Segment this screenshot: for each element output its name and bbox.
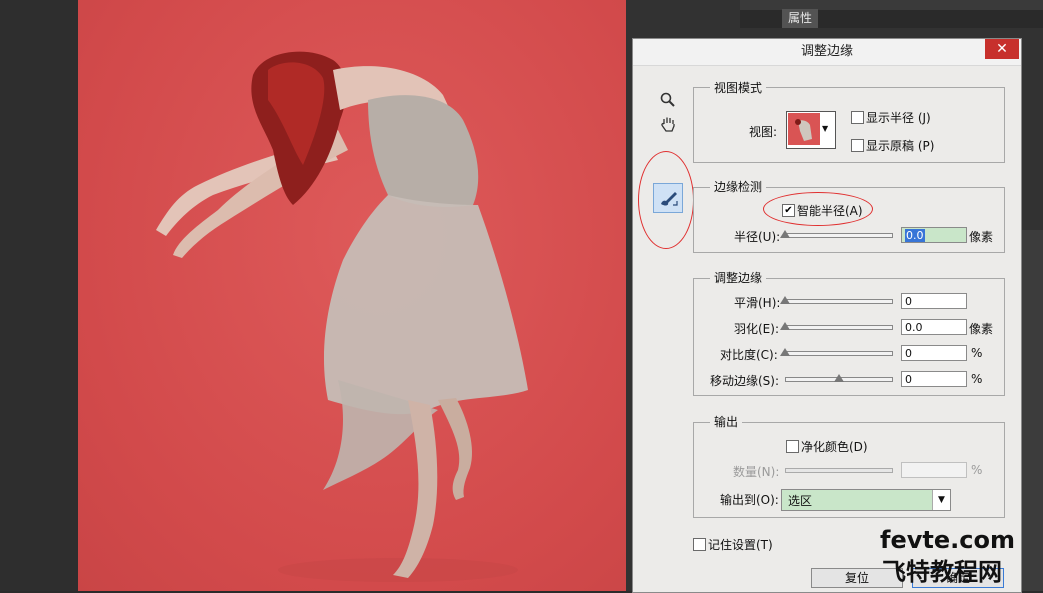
amount-input — [901, 462, 967, 478]
feather-slider-thumb[interactable] — [780, 322, 790, 330]
amount-unit: % — [971, 463, 983, 477]
contrast-unit: % — [971, 346, 983, 360]
smooth-slider[interactable] — [785, 299, 893, 304]
output-group-title: 输出 — [710, 413, 743, 430]
view-selector[interactable]: ▼ — [786, 111, 836, 149]
left-workspace — [0, 0, 78, 591]
chevron-down-icon[interactable]: ▼ — [932, 490, 950, 510]
adjust-edge-group-title: 调整边缘 — [710, 269, 767, 286]
smooth-label: 平滑(H): — [734, 296, 781, 310]
feather-input[interactable]: 0.0 — [901, 319, 967, 335]
radius-value: 0.0 — [905, 229, 925, 242]
decontaminate-checkbox[interactable] — [786, 440, 799, 453]
smart-radius-label: 智能半径(A) — [797, 204, 863, 218]
radius-input[interactable]: 0.0 — [901, 227, 967, 243]
annotation-oval-tool — [638, 151, 694, 249]
tab-properties[interactable]: 属性 — [782, 9, 818, 28]
smooth-input[interactable]: 0 — [901, 293, 967, 309]
contrast-slider[interactable] — [785, 351, 893, 356]
radius-slider[interactable] — [785, 233, 893, 238]
magnifier-icon — [660, 92, 675, 107]
contrast-slider-thumb[interactable] — [780, 348, 790, 356]
amount-label: 数量(N): — [733, 465, 780, 479]
radius-slider-thumb[interactable] — [780, 230, 790, 238]
decontaminate-label: 净化颜色(D) — [801, 440, 868, 454]
dialog-titlebar[interactable]: 调整边缘 ✕ — [633, 39, 1021, 66]
edge-detection-group-title: 边缘检测 — [710, 178, 767, 195]
thumbnail-figure-icon — [795, 119, 812, 141]
hand-icon — [661, 117, 675, 132]
shift-edge-label: 移动边缘(S): — [710, 374, 780, 388]
smart-radius-checkbox[interactable]: ✔ — [782, 204, 795, 217]
chevron-down-icon: ▼ — [822, 124, 829, 133]
view-mode-group — [693, 87, 1005, 163]
remember-settings-label: 记住设置(T) — [708, 538, 773, 552]
contrast-label: 对比度(C): — [720, 348, 778, 362]
refine-edge-dialog: 调整边缘 ✕ 视图模式 视图: ▼ 显示半径 (J) 显示原稿 (P) 边缘检测… — [632, 38, 1022, 593]
remember-settings-checkbox[interactable] — [693, 538, 706, 551]
shift-edge-slider-thumb[interactable] — [834, 374, 844, 382]
view-label: 视图: — [749, 125, 778, 139]
hand-tool-button[interactable] — [659, 115, 677, 133]
feather-label: 羽化(E): — [734, 322, 779, 336]
dialog-title: 调整边缘 — [800, 44, 853, 59]
zoom-tool-button[interactable] — [659, 91, 677, 109]
amount-slider — [785, 468, 893, 473]
show-original-checkbox[interactable] — [851, 139, 864, 152]
feather-slider[interactable] — [785, 325, 893, 330]
watermark-domain: fevte.com — [880, 526, 1015, 554]
watermark-site-name: 飞特教程网 — [882, 558, 1002, 586]
shift-edge-input[interactable]: 0 — [901, 371, 967, 387]
close-button[interactable]: ✕ — [985, 39, 1019, 59]
radius-label: 半径(U): — [734, 230, 781, 244]
feather-unit: 像素 — [969, 322, 994, 336]
output-to-label: 输出到(O): — [720, 493, 779, 507]
view-mode-group-title: 视图模式 — [710, 79, 767, 96]
image-canvas[interactable] — [78, 0, 626, 591]
dancer-photo — [156, 51, 528, 582]
contrast-input[interactable]: 0 — [901, 345, 967, 361]
show-original-label: 显示原稿 (P) — [866, 139, 935, 153]
view-thumbnail — [788, 113, 820, 145]
radius-unit: 像素 — [969, 230, 994, 244]
panel-scrollbar[interactable] — [1021, 230, 1043, 591]
show-radius-label: 显示半径 (J) — [866, 111, 931, 125]
output-to-value: 选区 — [788, 494, 813, 508]
output-to-select[interactable]: 选区 ▼ — [781, 489, 951, 511]
smooth-slider-thumb[interactable] — [780, 296, 790, 304]
show-radius-checkbox[interactable] — [851, 111, 864, 124]
shift-edge-unit: % — [971, 372, 983, 386]
